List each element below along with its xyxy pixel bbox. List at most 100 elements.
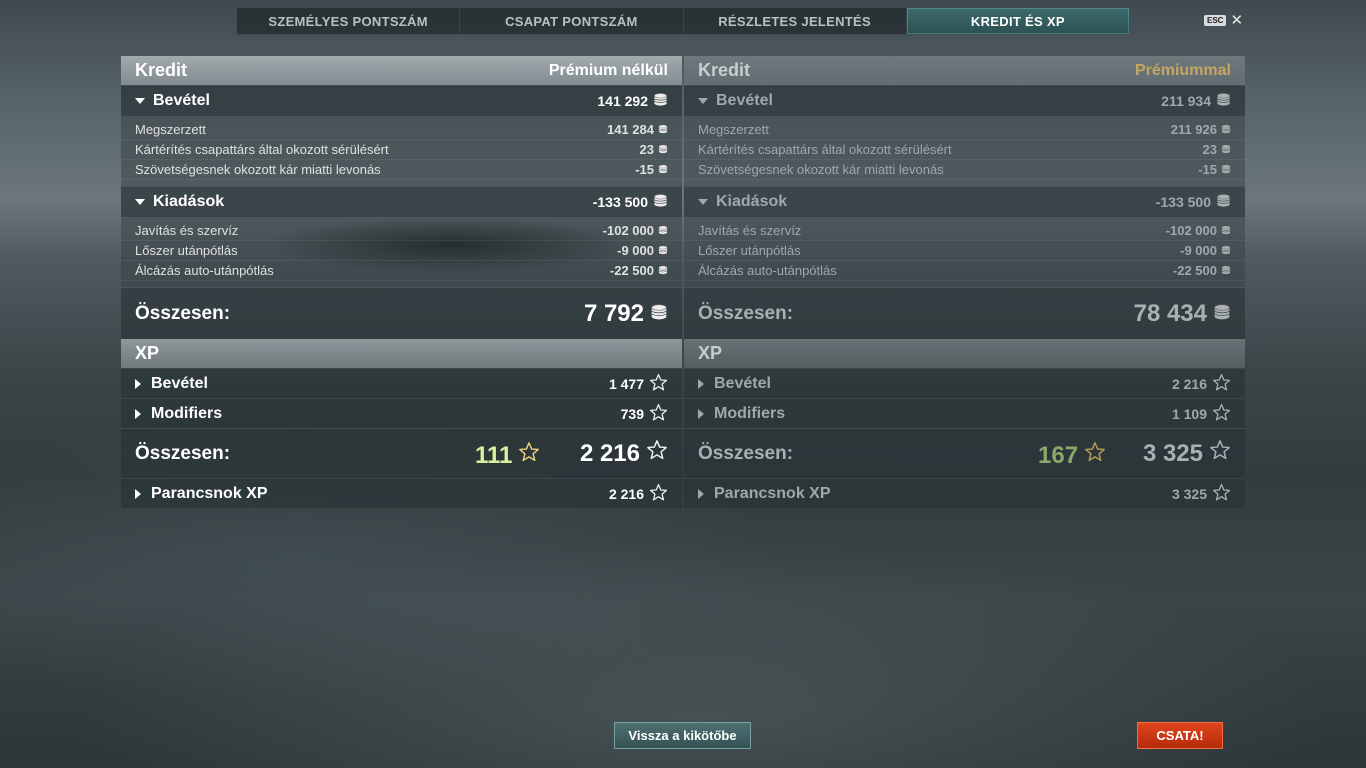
xp-header: XP xyxy=(684,339,1245,368)
credit-coin-icon xyxy=(653,193,668,211)
total-value: 78 434 xyxy=(1133,299,1207,327)
credit-subtitle: Prémium nélkül xyxy=(548,61,668,79)
panel-with-premium: Kredit Prémiummal Bevétel 211 934 Megsze… xyxy=(684,56,1245,508)
credit-coin-icon xyxy=(653,92,668,110)
close-button[interactable]: ESC ✕ xyxy=(1204,13,1243,28)
xp-star-icon xyxy=(1212,483,1231,505)
tab-team-score[interactable]: CSAPAT PONTSZÁM xyxy=(460,8,684,34)
income-items: Megszerzett 141 284 Kártérítés csapattárs… xyxy=(121,116,682,186)
xp-star-icon xyxy=(1212,373,1231,395)
item-value: -22 500 xyxy=(1172,263,1217,278)
chevron-down-icon xyxy=(698,199,708,205)
item-label: Lőszer utánpótlás xyxy=(698,243,801,258)
xp-income-group[interactable]: Bevétel 1 477 xyxy=(121,368,682,398)
item-label: Javítás és szervíz xyxy=(698,223,802,238)
xp-income-group[interactable]: Bevétel 2 216 xyxy=(684,368,1245,398)
list-item: Kártérítés csapattárs által okozott sérü… xyxy=(684,140,1245,160)
commander-xp-group[interactable]: Parancsnok XP 3 325 xyxy=(684,478,1245,508)
xp-total-label: Összesen: xyxy=(698,442,794,464)
total-label: Összesen: xyxy=(135,302,231,324)
back-to-port-button[interactable]: Vissza a kikötőbe xyxy=(614,722,751,749)
chevron-right-icon xyxy=(698,488,704,499)
chevron-down-icon xyxy=(135,199,145,205)
item-value: 211 926 xyxy=(1170,122,1217,137)
list-item: Javítás és szervíz -102 000 xyxy=(121,221,682,241)
credit-coin-icon xyxy=(1213,300,1231,328)
item-label: Álcázás auto-utánpótlás xyxy=(135,263,274,278)
item-label: Javítás és szervíz xyxy=(135,223,239,238)
income-group[interactable]: Bevétel 141 292 xyxy=(121,85,682,116)
xp-star-icon xyxy=(649,483,668,505)
item-value: 23 xyxy=(639,142,654,157)
xp-total-value: 2 216 xyxy=(579,439,640,467)
credit-coin-icon xyxy=(658,142,668,157)
credit-coin-icon xyxy=(1221,142,1231,157)
xp-income-value: 1 477 xyxy=(608,375,644,392)
expenses-group[interactable]: Kiadások -133 500 xyxy=(121,186,682,217)
income-label: Bevétel xyxy=(716,92,773,109)
item-value: -15 xyxy=(1198,162,1217,177)
list-item: Megszerzett 211 926 xyxy=(684,120,1245,140)
item-value: -9 000 xyxy=(1180,243,1217,258)
list-item: Javítás és szervíz -102 000 xyxy=(684,221,1245,241)
xp-header: XP xyxy=(121,339,682,368)
xp-total-label: Összesen: xyxy=(135,442,231,464)
tab-detailed-report[interactable]: RÉSZLETES JELENTÉS xyxy=(684,8,907,34)
credit-title: Kredit xyxy=(698,60,751,80)
credit-total: Összesen: 78 434 xyxy=(684,287,1245,339)
bonus-star-icon xyxy=(1084,441,1106,470)
list-item: Álcázás auto-utánpótlás -22 500 xyxy=(121,261,682,281)
item-label: Kártérítés csapattárs által okozott sérü… xyxy=(135,142,389,157)
credit-coin-icon xyxy=(1221,223,1231,238)
xp-income-label: Bevétel xyxy=(151,374,208,392)
expenses-label: Kiadások xyxy=(716,193,788,210)
xp-modifiers-group[interactable]: Modifiers 739 xyxy=(121,398,682,428)
credit-subtitle: Prémiummal xyxy=(1134,61,1231,79)
bonus-xp-value: 167 xyxy=(1038,441,1079,469)
list-item: Lőszer utánpótlás -9 000 xyxy=(121,241,682,261)
esc-key-badge: ESC xyxy=(1204,15,1227,26)
credit-header: Kredit Prémium nélkül xyxy=(121,56,682,85)
income-label: Bevétel xyxy=(153,92,210,109)
xp-total-value: 3 325 xyxy=(1142,439,1203,467)
xp-star-icon xyxy=(1209,439,1231,468)
tab-credits-xp[interactable]: KREDIT ÉS XP xyxy=(906,8,1129,34)
chevron-right-icon xyxy=(698,378,704,389)
list-item: Szövetségesnek okozott kár miatti levoná… xyxy=(684,160,1245,180)
tab-personal-score[interactable]: SZEMÉLYES PONTSZÁM xyxy=(237,8,461,34)
list-item: Kártérítés csapattárs által okozott sérü… xyxy=(121,140,682,160)
xp-total: Összesen: 111 2 216 xyxy=(121,428,682,478)
xp-star-icon xyxy=(649,403,668,425)
commander-xp-label: Parancsnok XP xyxy=(714,484,831,502)
chevron-right-icon xyxy=(135,408,141,419)
list-item: Álcázás auto-utánpótlás -22 500 xyxy=(684,261,1245,281)
credit-coin-icon xyxy=(658,243,668,258)
xp-income-value: 2 216 xyxy=(1171,375,1207,392)
credit-coin-icon xyxy=(658,263,668,278)
credit-coin-icon xyxy=(1221,162,1231,177)
income-group[interactable]: Bevétel 211 934 xyxy=(684,85,1245,116)
expenses-items: Javítás és szervíz -102 000 Lőszer utánpó… xyxy=(684,217,1245,287)
battle-button[interactable]: CSATA! xyxy=(1137,722,1223,749)
expenses-label: Kiadások xyxy=(153,193,225,210)
item-label: Álcázás auto-utánpótlás xyxy=(698,263,837,278)
expenses-group[interactable]: Kiadások -133 500 xyxy=(684,186,1245,217)
credit-coin-icon xyxy=(650,300,668,328)
commander-xp-group[interactable]: Parancsnok XP 2 216 xyxy=(121,478,682,508)
item-value: 141 284 xyxy=(607,122,654,137)
item-label: Szövetségesnek okozott kár miatti levoná… xyxy=(135,162,381,177)
close-icon[interactable]: ✕ xyxy=(1230,13,1243,28)
panel-without-premium: Kredit Prémium nélkül Bevétel 141 292 Me… xyxy=(121,56,682,508)
bonus-xp: 111 xyxy=(475,441,540,470)
item-label: Szövetségesnek okozott kár miatti levoná… xyxy=(698,162,944,177)
income-value: 141 292 xyxy=(597,93,648,109)
item-value: 23 xyxy=(1202,142,1217,157)
credit-header: Kredit Prémiummal xyxy=(684,56,1245,85)
income-value: 211 934 xyxy=(1161,93,1211,109)
credit-coin-icon xyxy=(1221,243,1231,258)
chevron-right-icon xyxy=(135,378,141,389)
credit-coin-icon xyxy=(1216,92,1231,110)
chevron-down-icon xyxy=(698,98,708,104)
bonus-xp-value: 111 xyxy=(475,441,513,469)
xp-modifiers-group[interactable]: Modifiers 1 109 xyxy=(684,398,1245,428)
